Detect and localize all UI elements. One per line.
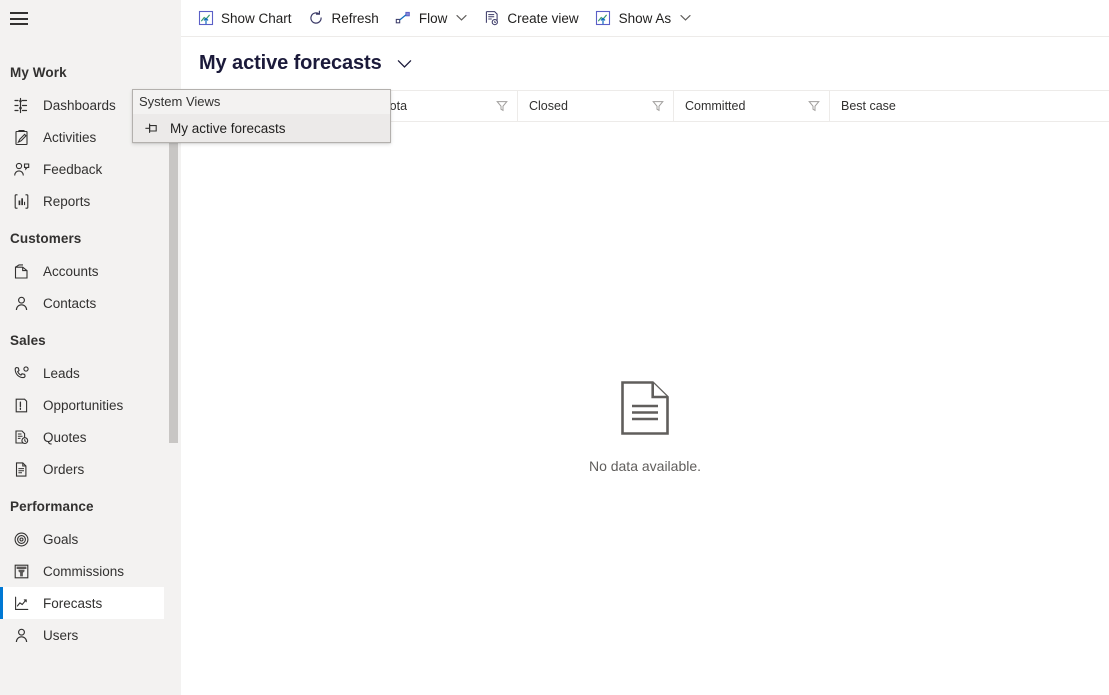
feedback-person-icon [10,159,32,179]
reports-chart-icon [10,191,32,211]
column-header-best-case[interactable]: Best case [829,91,985,121]
sidebar-nav-scroll-region: My Work Dashboards Activities Feedback R… [0,51,181,695]
create-view-icon [483,10,500,27]
filter-icon[interactable] [651,100,664,113]
forecasts-chart-icon [10,593,32,613]
column-header-committed[interactable]: Committed [673,91,829,121]
flyout-section-header: System Views [133,90,390,114]
sidebar-item-orders[interactable]: Orders [0,453,164,485]
sidebar-item-users[interactable]: Users [0,619,164,651]
sidebar-item-feedback[interactable]: Feedback [0,153,164,185]
show-as-button[interactable]: Show As [587,0,700,37]
dashboards-icon [10,95,32,115]
sidebar-item-opportunities[interactable]: Opportunities [0,389,164,421]
nav-group-title-customers: Customers [10,231,82,246]
sidebar-item-label: Accounts [43,263,99,279]
activities-clipboard-icon [10,127,32,147]
view-selector-bar: My active forecasts [181,37,1109,90]
sidebar-item-label: Quotes [43,429,87,445]
filter-icon[interactable] [495,100,508,113]
sidebar-header [0,0,181,37]
flow-button[interactable]: Flow [387,0,476,37]
flow-icon [395,10,412,27]
sidebar-item-forecasts[interactable]: Forecasts [0,587,164,619]
sidebar-item-contacts[interactable]: Contacts [0,287,164,319]
leads-phone-icon [10,363,32,383]
cmd-label: Show As [618,10,672,26]
sidebar-item-label: Goals [43,531,79,547]
pin-icon [143,120,159,136]
refresh-icon [308,10,325,27]
sidebar-item-label: Dashboards [43,97,116,113]
opportunities-alert-icon [10,395,32,415]
sidebar-item-accounts[interactable]: Accounts [0,255,164,287]
sidebar-scroll-up-button[interactable] [0,37,181,51]
grid-empty-state: No data available. [181,380,1109,474]
nav-group-title-performance: Performance [10,499,94,514]
sidebar-item-label: Leads [43,365,80,381]
contacts-person-icon [10,293,32,313]
empty-state-message: No data available. [588,458,702,474]
app-root: My Work Dashboards Activities Feedback R… [0,0,1109,695]
users-person-icon [10,625,32,645]
orders-document-icon [10,459,32,479]
sidebar-item-reports[interactable]: Reports [0,185,164,217]
cmd-label: Flow [418,10,448,26]
column-label: Best case [841,99,896,113]
sidebar-item-label: Opportunities [43,397,124,413]
cmd-label: Create view [507,10,579,26]
command-bar: Show Chart Refresh Flow Create view Show… [181,0,1109,37]
column-header-closed[interactable]: Closed [517,91,673,121]
nav-group-title-my-work: My Work [10,65,67,80]
create-view-button[interactable]: Create view [475,0,586,37]
show-chart-button[interactable]: Show Chart [189,0,300,37]
sidebar-item-label: Feedback [43,161,103,177]
column-label: Committed [685,99,746,113]
empty-document-icon [620,380,670,436]
goals-target-icon [10,529,32,549]
view-selector-chevron-down-icon[interactable] [396,55,414,73]
filter-icon[interactable] [807,100,820,113]
cmd-label: Refresh [331,10,379,26]
show-as-icon [595,10,612,27]
sidebar-item-commissions[interactable]: Commissions [0,555,164,587]
quotes-document-clock-icon [10,427,32,447]
refresh-button[interactable]: Refresh [300,0,387,37]
sidebar-item-label: Contacts [43,295,97,311]
sidebar-item-label: Forecasts [43,595,103,611]
chevron-down-icon[interactable] [680,14,691,22]
accounts-building-icon [10,261,32,281]
cmd-label: Show Chart [221,10,292,26]
sidebar-item-leads[interactable]: Leads [0,357,164,389]
sidebar-item-goals[interactable]: Goals [0,523,164,555]
flyout-item-my-active-forecasts[interactable]: My active forecasts [133,114,390,142]
sidebar-item-label: Orders [43,461,85,477]
sidebar-item-label: Reports [43,193,91,209]
show-chart-icon [197,10,214,27]
sidebar-scrollbar-thumb[interactable] [169,140,178,443]
sidebar-item-label: Activities [43,129,97,145]
view-selector-flyout: System Views My active forecasts [132,89,391,143]
flyout-item-label: My active forecasts [170,120,286,136]
sidebar-item-label: Users [43,627,79,643]
sidebar-item-quotes[interactable]: Quotes [0,421,164,453]
sidebar-item-label: Commissions [43,563,125,579]
chevron-down-icon[interactable] [456,14,467,22]
page-title[interactable]: My active forecasts [199,52,382,75]
hamburger-menu-icon[interactable] [10,12,28,25]
column-label: Closed [529,99,568,113]
nav-group-title-sales: Sales [10,333,46,348]
commissions-icon [10,561,32,581]
